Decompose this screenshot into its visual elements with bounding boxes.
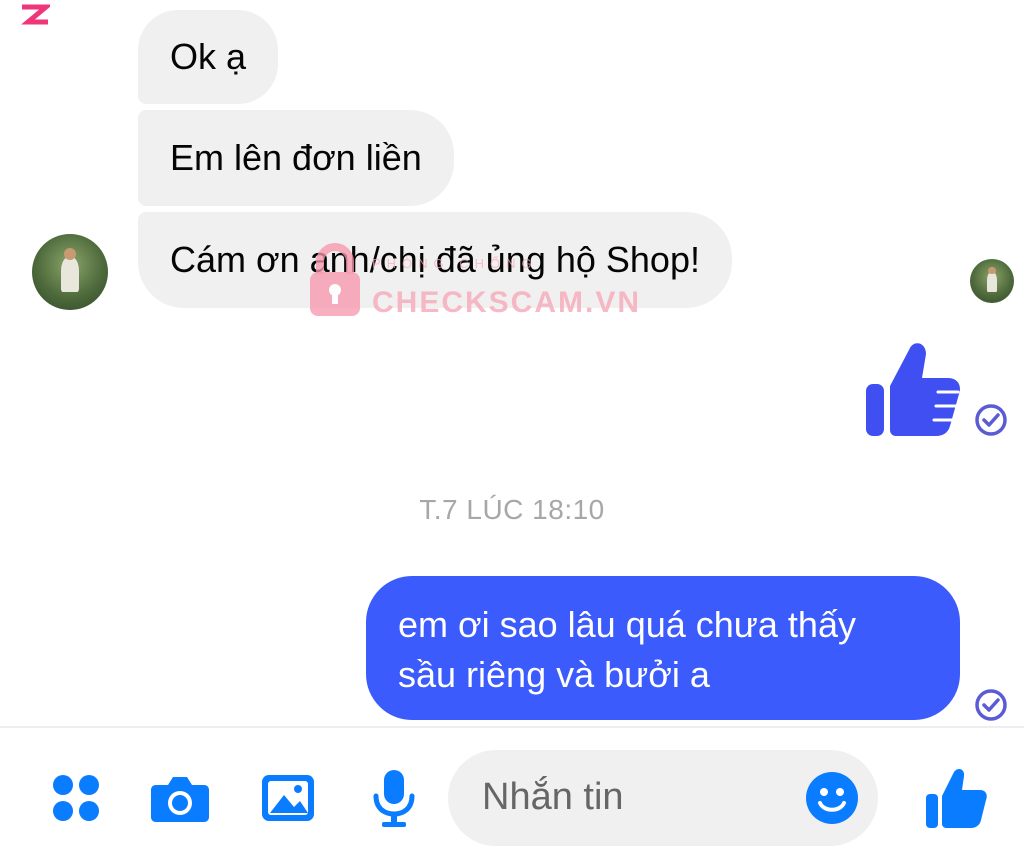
camera-button[interactable]	[150, 768, 210, 828]
message-input-placeholder: Nhắn tin	[482, 776, 624, 818]
emoji-icon[interactable]	[804, 770, 860, 826]
contact-avatar[interactable]	[32, 234, 108, 310]
sent-check-icon	[975, 689, 1007, 721]
checkscam-watermark: PHÒNG CHỐNG CHECKSCAM.VN	[300, 238, 640, 320]
microphone-icon	[373, 770, 415, 827]
lock-icon	[310, 243, 360, 316]
message-text: Ok ạ	[170, 36, 247, 77]
thumbs-up-sticker-icon[interactable]	[862, 340, 962, 438]
watermark-brand: CHECKSCAM.VN	[372, 286, 642, 319]
incoming-message-bubble[interactable]: Em lên đơn liền	[138, 110, 454, 206]
seen-check-icon	[975, 404, 1007, 436]
image-icon	[262, 775, 314, 821]
message-text: Em lên đơn liền	[170, 137, 422, 178]
apps-icon	[53, 775, 99, 821]
apps-button[interactable]	[46, 768, 106, 828]
seen-avatar	[970, 259, 1014, 303]
message-text-line: em ơi sao lâu quá chưa thấy	[398, 604, 856, 645]
corner-logo-icon	[21, 4, 50, 25]
message-text-line: sầu riêng và bưởi a	[398, 654, 710, 695]
like-button-icon[interactable]	[924, 766, 988, 830]
message-input[interactable]: Nhắn tin	[448, 750, 878, 846]
outgoing-message-bubble[interactable]: em ơi sao lâu quá chưa thấy sầu riêng và…	[366, 576, 960, 720]
microphone-button[interactable]	[364, 768, 424, 828]
incoming-message-bubble[interactable]: Ok ạ	[138, 10, 279, 104]
message-timestamp: T.7 LÚC 18:10	[419, 494, 605, 525]
watermark-subtext: PHÒNG CHỐNG	[372, 256, 538, 271]
message-composer: Nhắn tin	[0, 728, 1024, 866]
camera-icon	[151, 777, 209, 822]
gallery-button[interactable]	[258, 768, 318, 828]
